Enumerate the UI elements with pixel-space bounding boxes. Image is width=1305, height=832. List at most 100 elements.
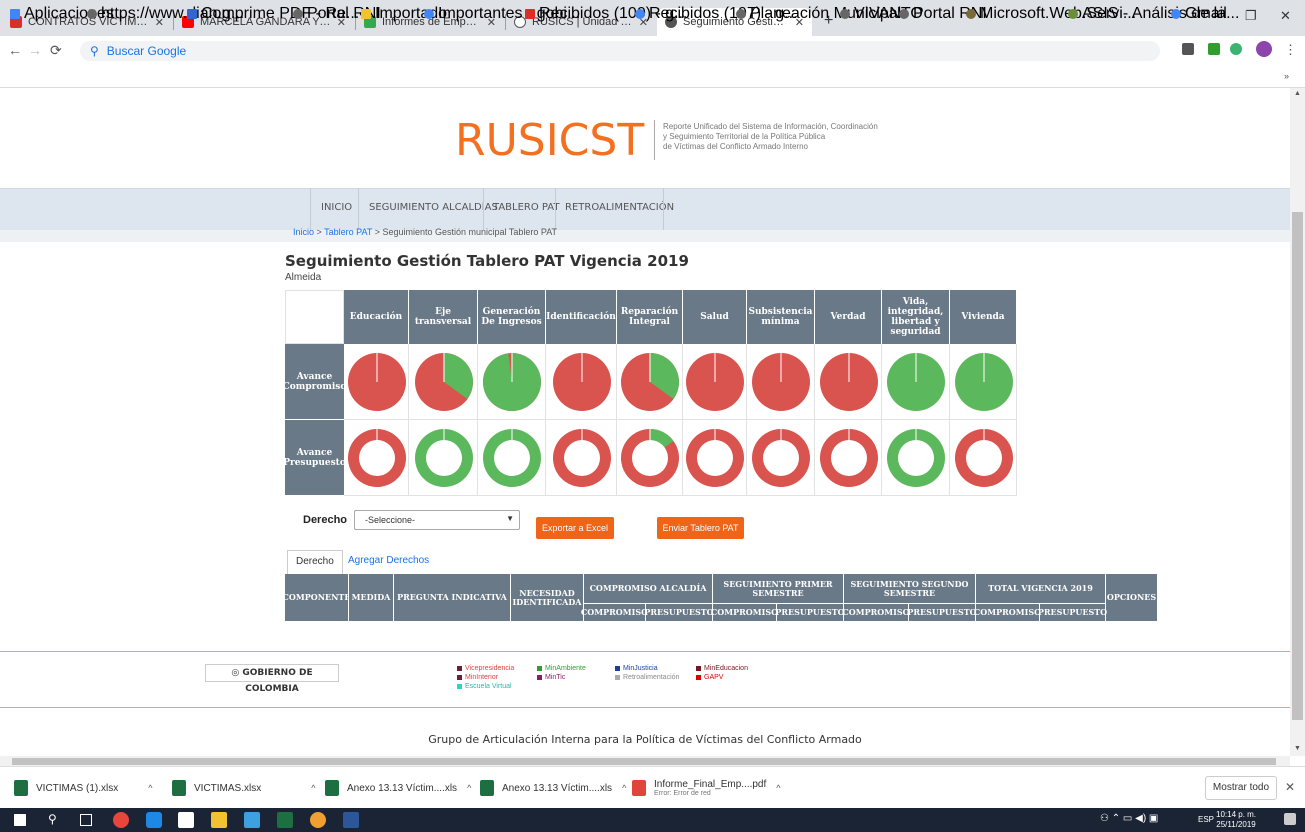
pie-chart[interactable]: [886, 352, 946, 412]
donut-chart[interactable]: [482, 428, 542, 488]
excel-icon[interactable]: [277, 812, 293, 828]
pie-chart[interactable]: [414, 352, 474, 412]
donut-chart[interactable]: [751, 428, 811, 488]
pie-chart[interactable]: [347, 352, 407, 412]
search-icon: ⚲: [90, 44, 99, 58]
windows-start-icon[interactable]: [14, 814, 26, 826]
notification-icon[interactable]: [1284, 813, 1296, 825]
donut-chart[interactable]: [954, 428, 1014, 488]
clock[interactable]: 10:14 p. m. 25/11/2019: [1216, 810, 1256, 830]
chevron-up-icon[interactable]: ^: [467, 783, 471, 793]
matrix-col-header: Reparación Integral: [617, 290, 683, 344]
pie-chart[interactable]: [620, 352, 680, 412]
donut-chart[interactable]: [685, 428, 745, 488]
mail-icon[interactable]: [178, 812, 194, 828]
pie-chart[interactable]: [819, 352, 879, 412]
footer-link[interactable]: MinTic: [537, 674, 565, 681]
sub-compromiso: COMPROMISO: [581, 604, 648, 622]
download-item[interactable]: Anexo 13.13 Víctim....xls ^: [480, 774, 626, 802]
explorer-icon[interactable]: [244, 812, 260, 828]
nav-tablero-pat[interactable]: TABLERO PAT: [493, 202, 559, 213]
download-item[interactable]: Informe_Final_Emp....pdf Error: Error de …: [632, 774, 781, 802]
nav-retroalimentacion[interactable]: RETROALIMENTACIÓN: [565, 202, 674, 213]
donut-hole: [763, 440, 799, 476]
breadcrumb-inicio[interactable]: Inicio: [293, 227, 314, 237]
derecho-select[interactable]: -Seleccione- ▼: [354, 510, 520, 530]
store-icon[interactable]: [211, 812, 227, 828]
scroll-down-icon[interactable]: ▼: [1294, 745, 1301, 752]
matrix-cell: [409, 344, 478, 420]
footer-link[interactable]: Escuela Virtual: [457, 683, 512, 690]
chrome-app-icon[interactable]: [310, 812, 326, 828]
back-icon[interactable]: ←: [8, 42, 22, 58]
nav-seguimiento-alcaldias[interactable]: SEGUIMIENTO ALCALDÍAS: [369, 202, 498, 213]
bullet-icon: [457, 675, 462, 680]
shield-icon[interactable]: [1230, 43, 1242, 55]
menu-icon[interactable]: ⋮: [1284, 42, 1297, 58]
reload-icon[interactable]: ⟳: [50, 42, 62, 59]
omnibox[interactable]: ⚲ Buscar Google: [80, 41, 1160, 61]
globe-icon: [293, 9, 303, 19]
forward-icon[interactable]: →: [28, 42, 42, 58]
vertical-scroll-thumb[interactable]: [1292, 212, 1303, 720]
more-bookmarks-icon[interactable]: »: [1284, 71, 1289, 81]
pie-chart[interactable]: [751, 352, 811, 412]
nav-inicio[interactable]: INICIO: [321, 202, 352, 213]
close-icon[interactable]: ✕: [1285, 780, 1295, 794]
window-close-icon[interactable]: ✕: [1280, 8, 1291, 24]
task-view-icon[interactable]: [80, 814, 92, 826]
matrix-cell: [617, 344, 683, 420]
scroll-up-icon[interactable]: ▲: [1294, 90, 1301, 97]
breadcrumb-tablero[interactable]: Tablero PAT: [324, 227, 372, 237]
download-item[interactable]: VICTIMAS (1).xlsx ^: [14, 774, 152, 802]
footer-link[interactable]: GAPV: [696, 674, 723, 681]
tab-derecho[interactable]: Derecho: [287, 550, 343, 574]
language-indicator[interactable]: ESP: [1198, 815, 1214, 824]
footer-link[interactable]: MinAmbiente: [537, 665, 586, 672]
search-icon[interactable]: ⚲: [48, 812, 64, 828]
donut-chart[interactable]: [347, 428, 407, 488]
extension-icon[interactable]: [1208, 43, 1220, 55]
edge-icon[interactable]: [146, 812, 162, 828]
donut-chart[interactable]: [819, 428, 879, 488]
folder-icon: [361, 9, 371, 19]
tab-agregar-derechos[interactable]: Agregar Derechos: [340, 550, 437, 574]
export-excel-button[interactable]: Exportar a Excel: [536, 517, 614, 539]
footer-link[interactable]: MinEducacion: [696, 665, 748, 672]
chevron-up-icon[interactable]: ^: [311, 783, 315, 793]
footer-link[interactable]: Vicepresidencia: [457, 665, 514, 672]
matrix-col-header: Subsistencia mínima: [747, 290, 815, 344]
chevron-up-icon[interactable]: ^: [148, 783, 152, 793]
avatar[interactable]: [1256, 41, 1272, 57]
footer-link[interactable]: MinJusticia: [615, 665, 658, 672]
horizontal-scroll-thumb[interactable]: [12, 758, 1276, 765]
donut-chart[interactable]: [414, 428, 474, 488]
col-compromiso-alcaldia: COMPROMISO ALCALDÍA: [584, 574, 713, 604]
rusicst-logo: RUSICST: [455, 115, 645, 166]
pie-chart[interactable]: [482, 352, 542, 412]
download-item[interactable]: VICTIMAS.xlsx ^: [172, 774, 315, 802]
matrix-col-header: Vivienda: [950, 290, 1017, 344]
download-item[interactable]: Anexo 13.13 Víctim....xls ^: [325, 774, 471, 802]
chevron-up-icon[interactable]: ^: [622, 783, 626, 793]
donut-chart[interactable]: [552, 428, 612, 488]
chevron-up-icon[interactable]: ^: [776, 783, 780, 793]
chrome-icon[interactable]: [113, 812, 129, 828]
municipio-name: Almeida: [285, 272, 322, 283]
pie-chart[interactable]: [685, 352, 745, 412]
footer-link[interactable]: MinInterior: [457, 674, 498, 681]
bookmark[interactable]: Gmail: [1171, 5, 1227, 23]
footer-link[interactable]: Retroalimentación: [615, 674, 679, 681]
pie-chart[interactable]: [954, 352, 1014, 412]
donut-chart[interactable]: [886, 428, 946, 488]
send-tablero-button[interactable]: Enviar Tablero PAT: [657, 517, 744, 539]
donut-chart[interactable]: [620, 428, 680, 488]
donut-hole: [358, 440, 395, 476]
show-all-button[interactable]: Mostrar todo: [1205, 776, 1277, 800]
key-icon[interactable]: [1182, 43, 1194, 55]
pie-chart[interactable]: [552, 352, 612, 412]
maximize-icon[interactable]: ❐: [1245, 8, 1257, 24]
word-icon[interactable]: [343, 812, 359, 828]
tray-icons[interactable]: ⚇ ⌃ ▭ ◀) ▣: [1100, 813, 1158, 824]
globe-icon: [840, 9, 850, 19]
